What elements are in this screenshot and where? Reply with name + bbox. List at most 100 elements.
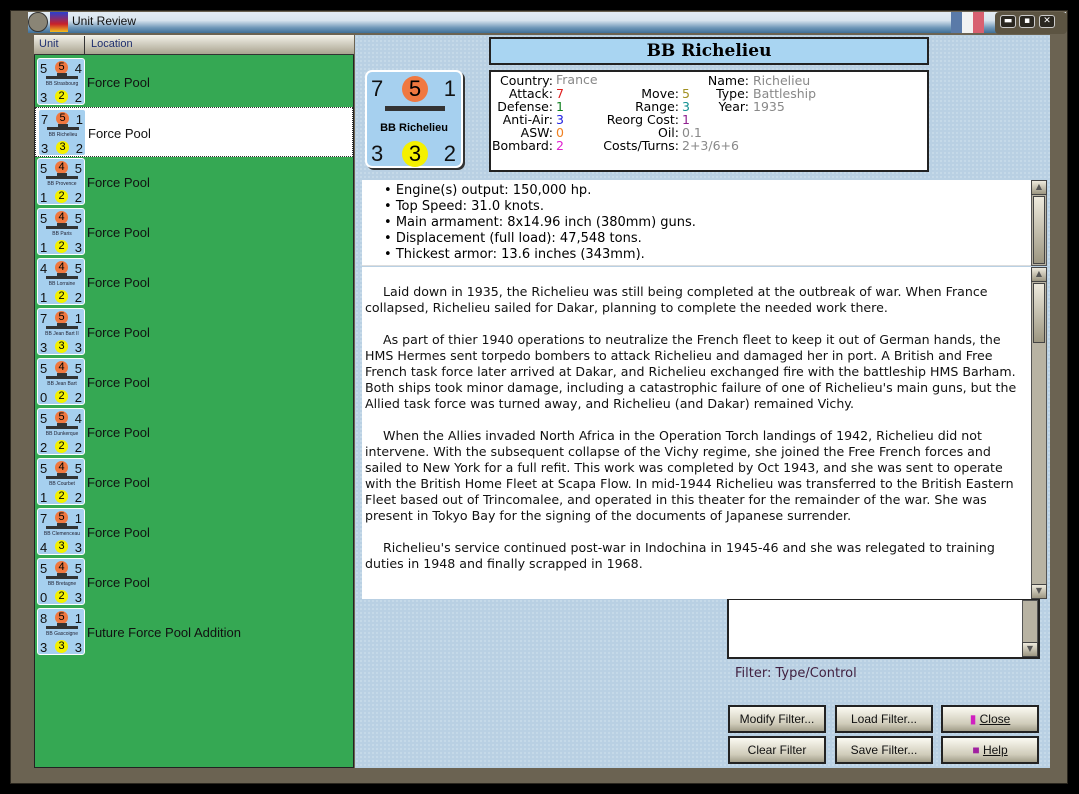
counter-top-right: 1 xyxy=(443,76,456,101)
counter-unit-name: BB Clemenceau xyxy=(43,531,81,537)
close-window-button[interactable]: ✕ xyxy=(1039,15,1055,28)
counter-attack: 5 xyxy=(40,161,48,176)
counter-unit-name: BB Paris xyxy=(52,231,72,237)
year-label: Year: xyxy=(718,99,749,114)
counter-attack: 5 xyxy=(40,461,48,476)
ship-silhouette-icon xyxy=(46,373,78,379)
counter-bottom-left: 3 xyxy=(40,90,48,105)
counter-attack: 7 xyxy=(40,511,48,526)
unit-location: Force Pool xyxy=(87,75,150,90)
unit-row[interactable]: 5 5 4 BB Strasbourg 3 2 2 Force Pool xyxy=(35,57,353,107)
unit-row[interactable]: 5 4 5 BB Courbet 1 2 2 Force Pool xyxy=(35,457,353,507)
counter-bottom-center: 2 xyxy=(55,390,68,403)
secondary-listbox[interactable] xyxy=(727,598,1040,659)
counter-top-right: 1 xyxy=(74,311,82,326)
counter-bottom-right: 3 xyxy=(74,340,82,355)
counter-bottom-right: 2 xyxy=(74,90,82,105)
counter-unit-name: BB Jean Bart xyxy=(47,381,77,387)
unit-location: Future Force Pool Addition xyxy=(87,625,241,640)
counter-bottom-right: 2 xyxy=(443,141,456,166)
clear-filter-button[interactable]: Clear Filter xyxy=(728,736,826,764)
counter-bottom-left: 3 xyxy=(41,141,49,156)
modify-filter-button[interactable]: Modify Filter... xyxy=(728,705,826,733)
unit-row[interactable]: 5 4 5 BB Paris 1 2 3 Force Pool xyxy=(35,207,353,257)
description-scroll-down-button[interactable]: ▼ xyxy=(1031,584,1047,599)
unit-counter: 5 4 5 BB Bretagne 0 2 3 xyxy=(37,558,85,605)
counter-top-right: 1 xyxy=(75,112,83,127)
counter-bottom-left: 1 xyxy=(40,240,48,255)
counter-bottom-center: 3 xyxy=(55,540,68,553)
ship-silhouette-icon xyxy=(46,323,78,329)
load-filter-button[interactable]: Load Filter... xyxy=(835,705,933,733)
unit-row[interactable]: 8 5 1 BB Gascoigne 3 3 3 Future Force Po… xyxy=(35,607,353,657)
unit-location: Force Pool xyxy=(87,525,150,540)
description-paragraph: As part of thier 1940 operations to neut… xyxy=(365,332,1017,411)
ship-silhouette-icon xyxy=(47,124,79,130)
counter-attack: 5 xyxy=(40,211,48,226)
description-scroll-up-button[interactable]: ▲ xyxy=(1031,267,1047,282)
flag-stripe-white xyxy=(962,12,973,33)
counter-unit-name: BB Strasbourg xyxy=(45,81,79,87)
description-scroll-thumb[interactable] xyxy=(1033,283,1045,343)
counter-bottom-left: 1 xyxy=(40,290,48,305)
unit-counter: 7 5 1 BB Jean Bart II 3 3 3 xyxy=(37,308,85,355)
year-value: 1935 xyxy=(753,99,785,114)
counter-bottom-center: 2 xyxy=(55,240,68,253)
window-title: Unit Review xyxy=(72,14,137,28)
feature-item: Main armament: 8x14.96 inch (380mm) guns… xyxy=(384,215,1031,231)
column-header-location[interactable]: Location xyxy=(91,38,133,50)
unit-location: Force Pool xyxy=(87,275,150,290)
unit-row[interactable]: 4 4 5 BB Lorraine 1 2 2 Force Pool xyxy=(35,257,353,307)
counter-bottom-right: 2 xyxy=(75,141,83,156)
unit-row[interactable]: 7 5 1 BB Jean Bart II 3 3 3 Force Pool xyxy=(35,307,353,357)
unit-row[interactable]: 5 4 5 BB Provence 1 2 2 Force Pool xyxy=(35,157,353,207)
counter-bottom-left: 3 xyxy=(371,141,384,166)
counter-unit-name: BB Dunkerque xyxy=(45,431,79,437)
secondary-scroll-down-button[interactable]: ▼ xyxy=(1022,642,1038,657)
counter-bottom-left: 3 xyxy=(40,640,48,655)
unit-row[interactable]: 7 5 1 BB Richelieu 3 3 2 Force Pool xyxy=(35,107,353,157)
title-bar[interactable] xyxy=(28,12,1066,33)
counter-bottom-right: 2 xyxy=(74,290,82,305)
description-paragraph: Laid down in 1935, the Richelieu was sti… xyxy=(365,284,988,315)
description-text: Laid down in 1935, the Richelieu was sti… xyxy=(362,267,1031,599)
app-logo-icon xyxy=(50,12,68,32)
features-scroll-thumb[interactable] xyxy=(1033,196,1045,264)
counter-top-right: 5 xyxy=(74,211,82,226)
unit-counter: 5 5 4 BB Strasbourg 3 2 2 xyxy=(37,58,85,105)
help-button[interactable]: ■ Help xyxy=(941,736,1039,764)
unit-row[interactable]: 5 4 5 BB Jean Bart 0 2 2 Force Pool xyxy=(35,357,353,407)
system-menu-button[interactable] xyxy=(28,12,48,32)
unit-counter: 8 5 1 BB Gascoigne 3 3 3 xyxy=(37,608,85,655)
costs-label: Costs/Turns: xyxy=(603,138,679,153)
unit-row[interactable]: 7 5 1 BB Clemenceau 4 3 3 Force Pool xyxy=(35,507,353,557)
unit-row[interactable]: 5 5 4 BB Dunkerque 2 2 2 Force Pool xyxy=(35,407,353,457)
close-label: Close xyxy=(979,712,1011,726)
counter-top-right: 1 xyxy=(74,511,82,526)
description-paragraph: When the Allies invaded North Africa in … xyxy=(365,428,1014,523)
unit-row[interactable]: 5 4 5 BB Bretagne 0 2 3 Force Pool xyxy=(35,557,353,607)
counter-attack: 4 xyxy=(40,261,48,276)
column-header-unit[interactable]: Unit xyxy=(39,38,59,50)
minimize-button[interactable]: ▬ xyxy=(1000,15,1016,28)
counter-bottom-center: 2 xyxy=(55,190,68,203)
counter-unit-name: BB Richelieu xyxy=(380,122,448,134)
unit-counter: 7 5 1 BB Richelieu 3 3 2 xyxy=(38,109,86,156)
counter-bottom-center: 3 xyxy=(56,141,69,154)
close-button[interactable]: ▮ Close xyxy=(941,705,1039,733)
filter-status: Filter: Type/Control xyxy=(735,666,857,681)
counter-attack: 5 xyxy=(40,61,48,76)
ship-silhouette-icon xyxy=(385,106,445,111)
features-scroll-up-button[interactable]: ▲ xyxy=(1031,180,1047,195)
bombard-value: 2 xyxy=(556,138,564,153)
unit-location: Force Pool xyxy=(87,575,150,590)
unit-counter: 5 4 5 BB Paris 1 2 3 xyxy=(37,208,85,255)
help-label: Help xyxy=(982,743,1008,757)
counter-top-right: 5 xyxy=(74,461,82,476)
save-filter-button[interactable]: Save Filter... xyxy=(835,736,933,764)
ship-silhouette-icon xyxy=(46,73,78,79)
maximize-button[interactable]: ▪ xyxy=(1019,15,1035,28)
ship-silhouette-icon xyxy=(46,623,78,629)
ship-silhouette-icon xyxy=(46,273,78,279)
counter-bottom-left: 0 xyxy=(40,390,48,405)
